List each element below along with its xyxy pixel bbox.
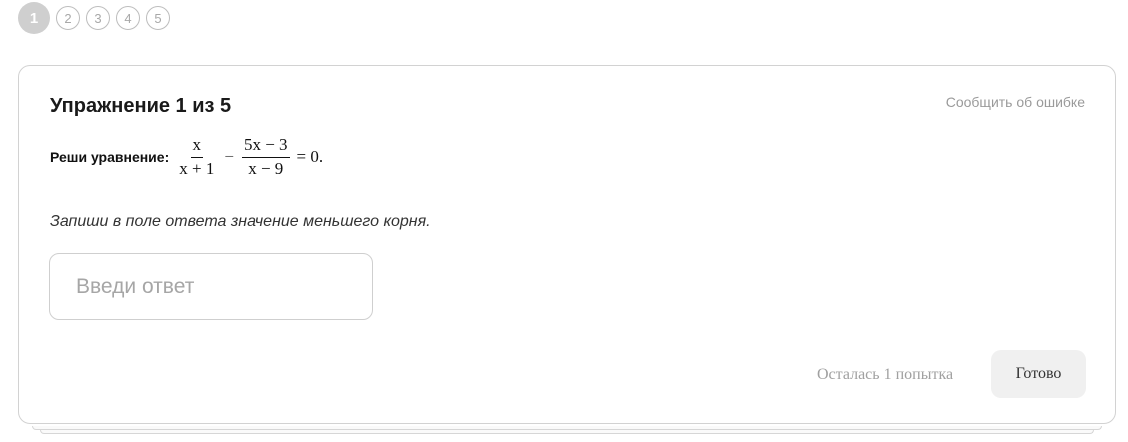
report-error-link[interactable]: Сообщить об ошибке <box>946 94 1085 110</box>
card-stack-edge <box>32 426 1102 430</box>
pager-step-2[interactable]: 2 <box>56 6 80 30</box>
fraction-1-numerator: x <box>190 135 204 158</box>
pager-step-1[interactable]: 1 <box>18 2 50 34</box>
fraction-2: 5x − 3 x − 9 <box>241 135 290 178</box>
fraction-2-denominator: x − 9 <box>248 158 284 178</box>
problem-statement: Реши уравнение: x x + 1 − 5x − 3 x − 9 =… <box>50 135 324 178</box>
minus-sign: − <box>224 147 234 167</box>
card-stack-edge <box>40 430 1094 434</box>
equation: x x + 1 − 5x − 3 x − 9 = 0. <box>174 135 324 178</box>
answer-input[interactable] <box>49 253 373 320</box>
fraction-1-denominator: x + 1 <box>179 158 215 178</box>
pager-step-4[interactable]: 4 <box>116 6 140 30</box>
exercise-card: Упражнение 1 из 5 Сообщить об ошибке Реш… <box>18 65 1116 424</box>
pager-step-5[interactable]: 5 <box>146 6 170 30</box>
done-button[interactable]: Готово <box>991 350 1086 398</box>
attempts-remaining: Осталась 1 попытка <box>817 366 954 383</box>
equation-rhs: = 0. <box>296 147 324 167</box>
instruction-text: Запиши в поле ответа значение меньшего к… <box>50 213 431 230</box>
exercise-pager: 1 2 3 4 5 <box>18 2 170 34</box>
fraction-1: x x + 1 <box>177 135 216 178</box>
problem-label: Реши уравнение: <box>50 149 170 166</box>
pager-step-3[interactable]: 3 <box>86 6 110 30</box>
fraction-2-numerator: 5x − 3 <box>241 135 290 158</box>
exercise-title: Упражнение 1 из 5 <box>50 95 232 117</box>
